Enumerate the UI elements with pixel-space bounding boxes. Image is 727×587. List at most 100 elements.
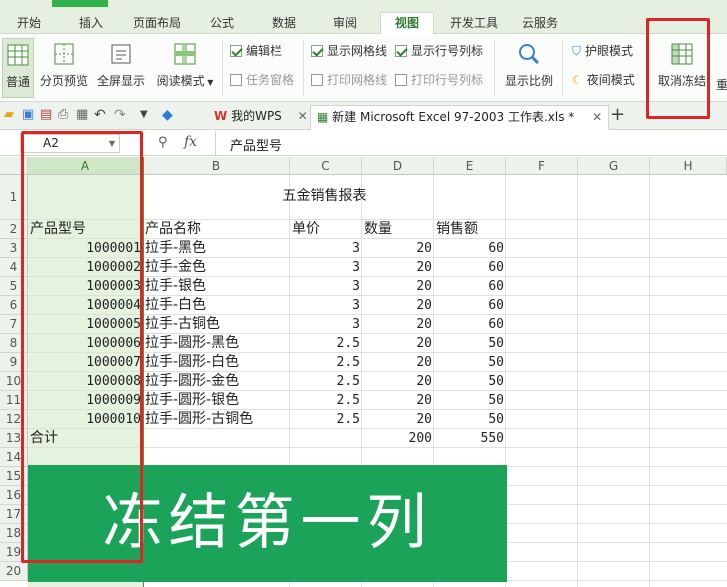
data-cell[interactable]: 20 <box>362 410 434 429</box>
data-cell[interactable]: 50 <box>434 391 506 410</box>
show-row-col-labels-checkbox[interactable]: 显示行号列标 <box>395 42 483 60</box>
data-cell[interactable]: 2.5 <box>290 410 362 429</box>
edit-bar-checkbox[interactable]: 编辑栏 <box>230 42 282 60</box>
tab-cloud-service[interactable]: 云服务 <box>512 13 568 34</box>
data-cell[interactable]: 拉手-圆形-银色 <box>143 391 290 410</box>
column-header-d[interactable]: D <box>362 157 434 175</box>
column-header-e[interactable]: E <box>434 157 506 175</box>
data-cell[interactable]: 拉手-古铜色 <box>143 315 290 334</box>
full-screen-button[interactable]: 全屏显示 <box>94 38 148 98</box>
tab-home[interactable]: 开始 <box>6 13 52 34</box>
column-gridline <box>577 175 578 587</box>
column-header-h[interactable]: H <box>650 157 727 175</box>
print-row-col-labels-label: 打印行号列标 <box>411 73 484 87</box>
data-cell[interactable]: 20 <box>362 353 434 372</box>
show-gridlines-checkbox[interactable]: 显示网格线 <box>311 42 387 60</box>
night-mode-button[interactable]: ☾ 夜间模式 <box>572 71 635 89</box>
data-cell[interactable]: 拉手-金色 <box>143 258 290 277</box>
page-break-preview-button[interactable]: 分页预览 <box>38 38 90 98</box>
print-row-col-labels-checkbox[interactable]: 打印行号列标 <box>395 71 483 89</box>
page-break-preview-icon <box>54 43 74 65</box>
print-preview-icon[interactable]: ▦ <box>76 108 90 122</box>
task-pane-checkbox[interactable]: 任务窗格 <box>230 71 294 89</box>
data-cell[interactable]: 50 <box>434 372 506 391</box>
data-cell[interactable]: 20 <box>362 239 434 258</box>
header-cell[interactable]: 销售额 <box>434 218 506 237</box>
total-qty-cell[interactable]: 200 <box>362 429 434 448</box>
column-header-g[interactable]: G <box>578 157 650 175</box>
data-cell[interactable]: 拉手-银色 <box>143 277 290 296</box>
data-cell[interactable]: 60 <box>434 296 506 315</box>
data-cell[interactable]: 3 <box>290 258 362 277</box>
data-cell[interactable]: 拉手-黑色 <box>143 239 290 258</box>
data-cell[interactable]: 3 <box>290 315 362 334</box>
tab-insert[interactable]: 插入 <box>68 13 114 34</box>
data-cell[interactable]: 拉手-白色 <box>143 296 290 315</box>
header-cell[interactable]: 数量 <box>362 218 434 237</box>
data-cell[interactable]: 拉手-圆形-白色 <box>143 353 290 372</box>
tab-review[interactable]: 审阅 <box>323 13 367 34</box>
close-icon[interactable]: ✕ <box>298 109 308 123</box>
cube-icon[interactable]: ◆ <box>162 108 176 122</box>
eye-protection-button[interactable]: ⛉ 护眼模式 <box>572 42 633 60</box>
data-cell[interactable]: 2.5 <box>290 353 362 372</box>
print-icon[interactable]: ⎙ <box>58 108 72 122</box>
normal-view-button[interactable]: 普通 <box>2 38 34 98</box>
function-icon[interactable]: fx <box>184 134 197 150</box>
tab-workbook[interactable]: ▦ 新建 Microsoft Excel 97-2003 工作表.xls * ✕ <box>310 105 610 130</box>
rearrange-button[interactable]: 重 <box>716 76 727 94</box>
data-cell[interactable]: 20 <box>362 296 434 315</box>
print-gridlines-checkbox[interactable]: 打印网格线 <box>311 71 387 89</box>
row-header-20[interactable]: 20 <box>0 562 28 581</box>
header-cell[interactable]: 单价 <box>290 218 362 237</box>
reading-mode-button[interactable]: 阅读模式 ▼ <box>152 38 218 98</box>
data-cell[interactable]: 60 <box>434 315 506 334</box>
formula-input[interactable]: 产品型号 <box>230 135 282 154</box>
column-header-b[interactable]: B <box>143 157 290 175</box>
total-sales-cell[interactable]: 550 <box>434 429 506 448</box>
close-icon[interactable]: ✕ <box>592 110 602 124</box>
undo-icon[interactable]: ↶ <box>94 108 108 122</box>
data-cell[interactable]: 3 <box>290 296 362 315</box>
wps-logo-icon: W <box>214 109 228 123</box>
tab-developer[interactable]: 开发工具 <box>444 13 504 34</box>
data-cell[interactable]: 20 <box>362 315 434 334</box>
data-cell[interactable]: 60 <box>434 258 506 277</box>
data-cell[interactable]: 20 <box>362 372 434 391</box>
tab-formulas[interactable]: 公式 <box>200 13 244 34</box>
save-icon[interactable]: ▣ <box>22 108 36 122</box>
open-folder-icon[interactable]: ▰ <box>4 108 18 122</box>
column-header-f[interactable]: F <box>506 157 578 175</box>
data-cell[interactable]: 60 <box>434 277 506 296</box>
tab-data[interactable]: 数据 <box>262 13 306 34</box>
customize-dropdown-icon[interactable]: ▼ <box>140 108 154 122</box>
data-cell[interactable]: 2.5 <box>290 334 362 353</box>
zoom-formula-icon[interactable]: ⚲ <box>158 135 168 150</box>
data-cell[interactable]: 20 <box>362 277 434 296</box>
data-cell[interactable]: 60 <box>434 239 506 258</box>
tab-view[interactable]: 视图 <box>380 12 434 35</box>
data-cell[interactable]: 拉手-圆形-古铜色 <box>143 410 290 429</box>
tab-my-wps[interactable]: W 我的WPS ✕ <box>208 105 314 130</box>
data-cell[interactable]: 50 <box>434 410 506 429</box>
header-cell[interactable]: 产品名称 <box>143 218 290 237</box>
data-cell[interactable]: 20 <box>362 258 434 277</box>
redo-icon[interactable]: ↷ <box>114 108 128 122</box>
formula-divider <box>215 131 216 156</box>
data-cell[interactable]: 2.5 <box>290 372 362 391</box>
export-pdf-icon[interactable]: ▤ <box>40 108 54 122</box>
data-cell[interactable]: 3 <box>290 277 362 296</box>
data-cell[interactable]: 50 <box>434 353 506 372</box>
column-header-c[interactable]: C <box>290 157 362 175</box>
sheet-title[interactable]: 五金销售报表 <box>143 187 506 206</box>
data-cell[interactable]: 50 <box>434 334 506 353</box>
data-cell[interactable]: 3 <box>290 239 362 258</box>
data-cell[interactable]: 2.5 <box>290 391 362 410</box>
data-cell[interactable]: 20 <box>362 334 434 353</box>
data-cell[interactable]: 拉手-圆形-金色 <box>143 372 290 391</box>
new-tab-plus-icon[interactable]: + <box>610 106 625 124</box>
data-cell[interactable]: 20 <box>362 391 434 410</box>
zoom-button[interactable]: 显示比例 <box>500 38 558 98</box>
tab-page-layout[interactable]: 页面布局 <box>124 13 190 34</box>
data-cell[interactable]: 拉手-圆形-黑色 <box>143 334 290 353</box>
